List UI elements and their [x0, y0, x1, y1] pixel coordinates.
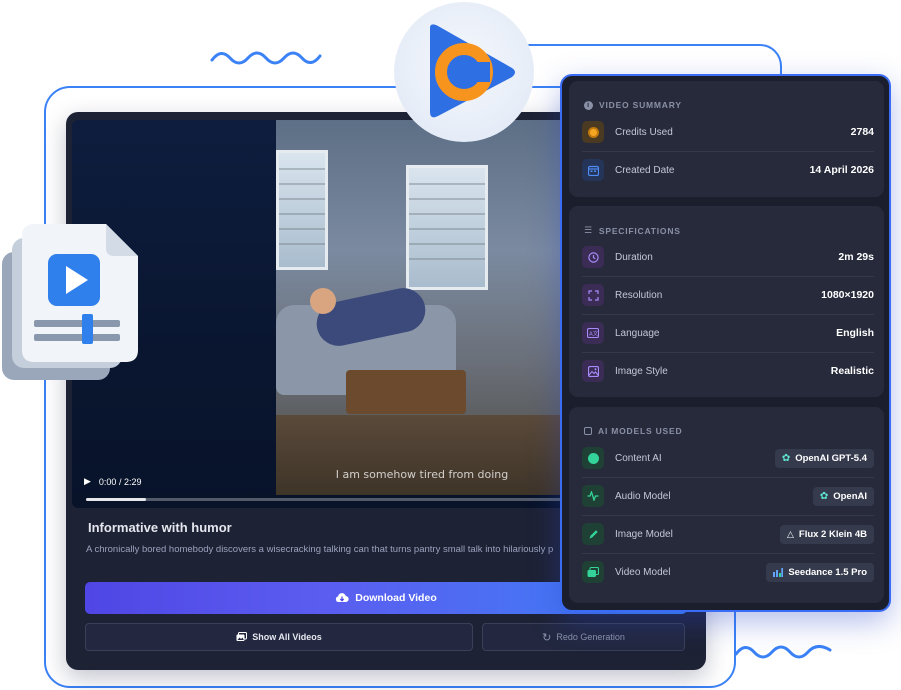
video-model-row: Video Model Seedance 1.5 Pro [582, 556, 874, 588]
image-model-label: Image Model [615, 528, 673, 540]
video-subtitle: I am somehow tired from doing [335, 468, 509, 481]
player-controls: ▶ 0:00 / 2:29 [84, 476, 141, 487]
image-style-label: Image Style [615, 365, 668, 377]
show-all-videos-label: Show All Videos [252, 632, 322, 642]
video-model-badge: Seedance 1.5 Pro [766, 562, 874, 582]
time-display: 0:00 / 2:29 [98, 476, 142, 487]
video-summary-section: i VIDEO SUMMARY Credits Used 2784 Create… [569, 81, 884, 197]
video-summary-heading: i VIDEO SUMMARY [584, 100, 682, 110]
flux-icon: △ [786, 528, 794, 539]
content-ai-badge: ✿ OpenAI GPT-5.4 [774, 448, 874, 468]
gallery-icon [236, 632, 248, 641]
duration-value: 2m 29s [838, 251, 874, 263]
video-frame-image: I am somehow tired from doing [276, 120, 568, 495]
chip-icon [584, 427, 592, 435]
image-model-badge: △ Flux 2 Klein 4B [779, 524, 874, 544]
show-all-videos-button[interactable]: Show All Videos [85, 623, 473, 651]
image-style-value: Realistic [830, 365, 874, 377]
video-description: A chronically bored homebody discovers a… [86, 544, 554, 555]
credits-used-row: Credits Used 2784 [582, 116, 874, 148]
play-icon[interactable]: ▶ [84, 476, 91, 487]
video-clips-icon [582, 561, 604, 583]
audio-model-badge: ✿ OpenAI [812, 486, 874, 506]
language-value: English [836, 327, 874, 339]
credits-used-label: Credits Used [615, 126, 673, 138]
brain-icon [582, 447, 604, 469]
video-details-panel: i VIDEO SUMMARY Credits Used 2784 Create… [560, 74, 891, 612]
content-ai-label: Content AI [615, 452, 662, 464]
squiggle-bottom-decoration [734, 645, 832, 659]
openai-icon: ✿ [819, 490, 829, 502]
expand-icon [582, 284, 604, 306]
calendar-icon [582, 159, 604, 181]
openai-icon: ✿ [781, 452, 791, 464]
cloud-download-icon [336, 593, 349, 603]
seedance-icon [773, 567, 784, 577]
image-model-row: Image Model △ Flux 2 Klein 4B [582, 518, 874, 550]
audio-model-label: Audio Model [615, 490, 671, 502]
language-row: A文 Language English [582, 317, 874, 349]
download-video-label: Download Video [355, 592, 437, 604]
info-icon: i [584, 100, 593, 110]
app-logo [394, 2, 534, 142]
ai-models-heading: AI MODELS USED [584, 426, 682, 436]
video-title: Informative with humor [88, 520, 232, 535]
coin-icon [582, 121, 604, 143]
credits-used-value: 2784 [850, 126, 874, 138]
image-icon [582, 360, 604, 382]
specifications-heading: ☰ SPECIFICATIONS [584, 225, 681, 236]
refresh-icon: ↻ [542, 631, 552, 644]
resolution-row: Resolution 1080×1920 [582, 279, 874, 311]
resolution-value: 1080×1920 [821, 289, 874, 301]
progress-fill [86, 498, 146, 501]
resolution-label: Resolution [615, 289, 663, 301]
clock-icon [582, 246, 604, 268]
svg-text:A文: A文 [589, 330, 599, 338]
squiggle-top-decoration [210, 51, 322, 65]
created-date-label: Created Date [615, 164, 675, 176]
image-style-row: Image Style Realistic [582, 355, 874, 387]
waveform-icon [582, 485, 604, 507]
brand-logo-icon [430, 24, 515, 118]
redo-generation-label: Redo Generation [556, 632, 625, 642]
specifications-section: ☰ SPECIFICATIONS Duration 2m 29s Resolut… [569, 206, 884, 397]
duration-row: Duration 2m 29s [582, 241, 874, 273]
duration-label: Duration [615, 251, 653, 263]
video-file-icon [2, 224, 138, 380]
created-date-row: Created Date 14 April 2026 [582, 154, 874, 186]
language-label: Language [615, 327, 660, 339]
content-ai-row: Content AI ✿ OpenAI GPT-5.4 [582, 442, 874, 474]
sliders-icon: ☰ [584, 225, 593, 235]
audio-model-row: Audio Model ✿ OpenAI [582, 480, 874, 512]
pencil-icon [582, 523, 604, 545]
language-icon: A文 [582, 322, 604, 344]
redo-generation-button[interactable]: ↻ Redo Generation [482, 623, 685, 651]
created-date-value: 14 April 2026 [809, 164, 874, 176]
video-model-label: Video Model [615, 566, 671, 578]
ai-models-section: AI MODELS USED Content AI ✿ OpenAI GPT-5… [569, 407, 884, 603]
